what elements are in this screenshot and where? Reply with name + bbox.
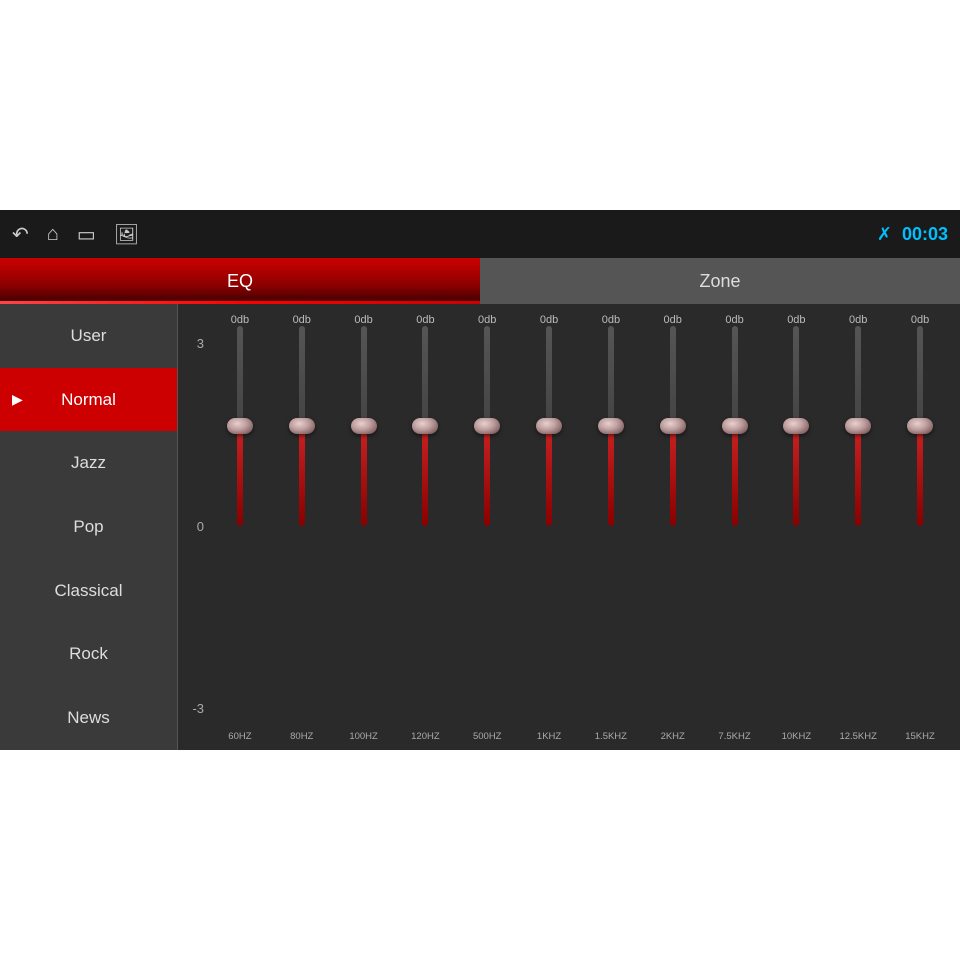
- slider-thumb-3[interactable]: [412, 418, 438, 434]
- db-label-6: 0db: [581, 314, 641, 326]
- db-label-8: 0db: [705, 314, 765, 326]
- main-content: User ▶ Normal Jazz Pop Classical Rock Ne…: [0, 304, 960, 750]
- slider-thumb-5[interactable]: [536, 418, 562, 434]
- slider-band-7[interactable]: [643, 326, 703, 727]
- slider-thumb-10[interactable]: [845, 418, 871, 434]
- top-bar-right: ✗ 00:03: [877, 224, 948, 245]
- db-label-0: 0db: [210, 314, 270, 326]
- device-screen: ↶ ⌂ ▭ 🖼 ✗ 00:03 EQ Zone User ▶ Normal: [0, 210, 960, 750]
- sidebar-item-rock[interactable]: Rock: [0, 623, 177, 687]
- back-button[interactable]: ↶: [12, 222, 29, 247]
- eq-area: 3 0 -3 0db 0db 0db 0db 0db 0db 0db: [178, 304, 960, 750]
- db-label-7: 0db: [643, 314, 703, 326]
- play-arrow-icon: ▶: [12, 391, 23, 408]
- sidebar-item-user[interactable]: User: [0, 304, 177, 368]
- bluetooth-icon: ✗: [877, 224, 892, 245]
- slider-band-6[interactable]: [581, 326, 641, 727]
- freq-label-5: 1KHZ: [519, 731, 579, 742]
- freq-label-6: 1.5KHZ: [581, 731, 641, 742]
- sidebar-label-jazz: Jazz: [71, 453, 106, 473]
- sliders-row: [210, 326, 950, 727]
- image-button[interactable]: 🖼: [114, 222, 139, 247]
- top-bar-left: ↶ ⌂ ▭ 🖼: [12, 222, 139, 247]
- tab-row: EQ Zone: [0, 258, 960, 304]
- tab-eq-label: EQ: [227, 271, 253, 292]
- sidebar-label-classical: Classical: [54, 581, 122, 601]
- slider-band-2[interactable]: [334, 326, 394, 727]
- window-button[interactable]: ▭: [77, 222, 96, 247]
- freq-labels-row: 60HZ 80HZ 100HZ 120HZ 500HZ 1KHZ 1.5KHZ …: [210, 731, 950, 742]
- slider-thumb-2[interactable]: [351, 418, 377, 434]
- time-display: 00:03: [902, 224, 948, 245]
- eq-label-bot: -3: [188, 701, 204, 716]
- slider-band-11[interactable]: [890, 326, 950, 727]
- db-label-9: 0db: [766, 314, 826, 326]
- freq-label-11: 15KHZ: [890, 731, 950, 742]
- sidebar-label-rock: Rock: [69, 644, 108, 664]
- slider-band-8[interactable]: [705, 326, 765, 727]
- freq-label-10: 12.5KHZ: [828, 731, 888, 742]
- freq-label-8: 7.5KHZ: [705, 731, 765, 742]
- db-label-1: 0db: [272, 314, 332, 326]
- slider-thumb-8[interactable]: [722, 418, 748, 434]
- home-button[interactable]: ⌂: [47, 223, 59, 246]
- slider-band-10[interactable]: [828, 326, 888, 727]
- freq-label-0: 60HZ: [210, 731, 270, 742]
- slider-band-1[interactable]: [272, 326, 332, 727]
- db-label-11: 0db: [890, 314, 950, 326]
- freq-label-9: 10KHZ: [766, 731, 826, 742]
- tab-zone[interactable]: Zone: [480, 258, 960, 304]
- slider-thumb-6[interactable]: [598, 418, 624, 434]
- slider-thumb-9[interactable]: [783, 418, 809, 434]
- freq-label-1: 80HZ: [272, 731, 332, 742]
- db-label-10: 0db: [828, 314, 888, 326]
- db-label-5: 0db: [519, 314, 579, 326]
- freq-label-3: 120HZ: [395, 731, 455, 742]
- eq-y-labels: 3 0 -3: [188, 314, 210, 742]
- eq-label-top: 3: [188, 336, 204, 351]
- slider-thumb-11[interactable]: [907, 418, 933, 434]
- sidebar-label-user: User: [71, 326, 107, 346]
- slider-band-5[interactable]: [519, 326, 579, 727]
- tab-zone-label: Zone: [699, 271, 740, 292]
- sidebar: User ▶ Normal Jazz Pop Classical Rock Ne…: [0, 304, 178, 750]
- slider-band-3[interactable]: [395, 326, 455, 727]
- sidebar-item-pop[interactable]: Pop: [0, 495, 177, 559]
- sidebar-item-news[interactable]: News: [0, 686, 177, 750]
- freq-label-7: 2KHZ: [643, 731, 703, 742]
- sidebar-item-normal[interactable]: ▶ Normal: [0, 368, 177, 432]
- db-label-2: 0db: [334, 314, 394, 326]
- sidebar-item-classical[interactable]: Classical: [0, 559, 177, 623]
- sidebar-label-normal: Normal: [61, 390, 116, 410]
- top-bar: ↶ ⌂ ▭ 🖼 ✗ 00:03: [0, 210, 960, 258]
- slider-band-0[interactable]: [210, 326, 270, 727]
- slider-thumb-7[interactable]: [660, 418, 686, 434]
- tab-eq[interactable]: EQ: [0, 258, 480, 304]
- freq-label-2: 100HZ: [334, 731, 394, 742]
- db-label-4: 0db: [457, 314, 517, 326]
- slider-thumb-0[interactable]: [227, 418, 253, 434]
- sidebar-item-jazz[interactable]: Jazz: [0, 431, 177, 495]
- slider-thumb-4[interactable]: [474, 418, 500, 434]
- sidebar-label-pop: Pop: [73, 517, 103, 537]
- db-label-3: 0db: [395, 314, 455, 326]
- freq-label-4: 500HZ: [457, 731, 517, 742]
- slider-thumb-1[interactable]: [289, 418, 315, 434]
- sidebar-label-news: News: [67, 708, 110, 728]
- slider-band-4[interactable]: [457, 326, 517, 727]
- eq-label-mid: 0: [188, 519, 204, 534]
- slider-band-9[interactable]: [766, 326, 826, 727]
